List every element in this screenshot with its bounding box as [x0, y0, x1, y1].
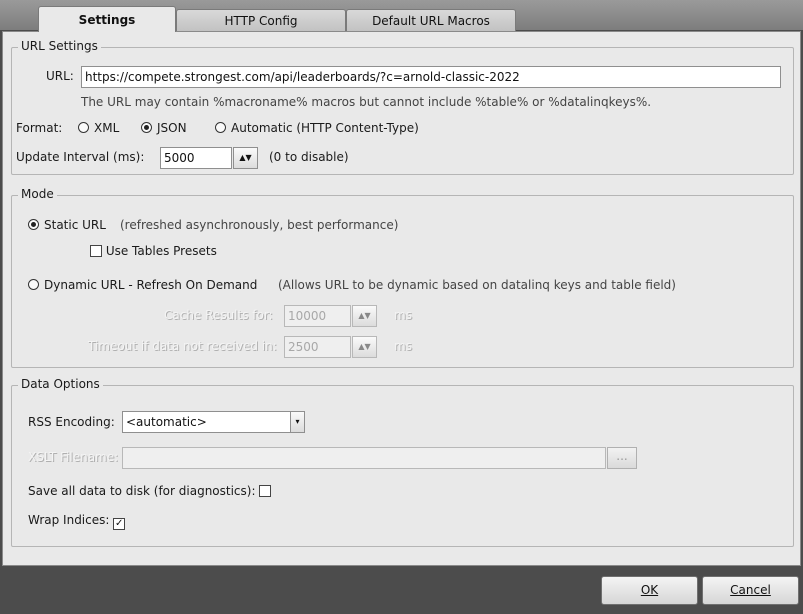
wrap-indices-checkbox[interactable]: Wrap Indices: ✓	[28, 513, 126, 530]
cache-unit: ms	[394, 308, 412, 322]
checkbox-icon	[90, 245, 102, 257]
cache-label: Cache Results for:	[164, 308, 273, 322]
interval-hint: (0 to disable)	[269, 150, 349, 164]
rss-encoding-label: RSS Encoding:	[28, 415, 115, 429]
xslt-filename-label: XSLT Filename:	[28, 450, 119, 464]
ok-button[interactable]: OK	[601, 576, 698, 605]
save-to-disk-checkbox[interactable]: Save all data to disk (for diagnostics):	[28, 484, 272, 498]
format-label: Format:	[16, 121, 63, 135]
mode-legend: Mode	[18, 187, 57, 201]
radio-selected-icon	[141, 122, 152, 133]
format-xml-radio[interactable]: XML	[78, 121, 119, 135]
interval-input[interactable]: 5000	[160, 147, 232, 169]
url-label: URL:	[46, 69, 74, 83]
timeout-label: Timeout if data not received in:	[88, 339, 277, 353]
tab-default-url-macros[interactable]: Default URL Macros	[346, 9, 516, 31]
interval-label: Update Interval (ms):	[16, 150, 145, 164]
checkbox-icon	[259, 485, 272, 497]
radio-icon	[78, 122, 89, 133]
format-automatic-radio[interactable]: Automatic (HTTP Content-Type)	[215, 121, 419, 135]
use-presets-checkbox[interactable]: Use Tables Presets	[90, 244, 217, 258]
interval-spin-icon[interactable]: ▲▼	[233, 147, 258, 169]
tab-settings[interactable]: Settings	[38, 6, 176, 32]
tab-http-config[interactable]: HTTP Config	[176, 9, 346, 31]
url-input[interactable]: https://compete.strongest.com/api/leader…	[81, 66, 781, 88]
cancel-button[interactable]: Cancel	[702, 576, 799, 605]
timeout-spin-icon[interactable]: ▲▼	[352, 336, 377, 358]
dynamic-url-radio[interactable]: Dynamic URL - Refresh On Demand	[28, 278, 257, 292]
timeout-unit: ms	[394, 339, 412, 353]
dynamic-url-hint: (Allows URL to be dynamic based on datal…	[278, 278, 676, 292]
radio-icon	[215, 122, 226, 133]
settings-panel: URL Settings URL: https://compete.strong…	[2, 31, 801, 566]
data-options-legend: Data Options	[18, 377, 103, 391]
format-json-radio[interactable]: JSON	[141, 121, 187, 135]
radio-icon	[28, 279, 39, 290]
radio-selected-icon	[28, 219, 39, 230]
mode-group: Mode Static URL (refreshed asynchronousl…	[11, 187, 794, 368]
static-url-hint: (refreshed asynchronously, best performa…	[120, 218, 399, 232]
data-options-group: Data Options RSS Encoding: <automatic> ▾…	[11, 377, 794, 547]
timeout-input[interactable]: 2500	[284, 336, 351, 358]
url-settings-legend: URL Settings	[18, 39, 101, 53]
url-hint: The URL may contain %macroname% macros b…	[81, 95, 652, 109]
xslt-filename-input[interactable]	[122, 447, 606, 469]
rss-encoding-select[interactable]: <automatic> ▾	[122, 411, 305, 433]
browse-button[interactable]: ...	[607, 447, 637, 469]
static-url-radio[interactable]: Static URL	[28, 218, 106, 232]
checkbox-checked-icon: ✓	[113, 518, 126, 530]
url-settings-group: URL Settings URL: https://compete.strong…	[11, 39, 794, 175]
cache-input[interactable]: 10000	[284, 305, 351, 327]
cache-spin-icon[interactable]: ▲▼	[352, 305, 377, 327]
chevron-down-icon[interactable]: ▾	[290, 412, 304, 432]
